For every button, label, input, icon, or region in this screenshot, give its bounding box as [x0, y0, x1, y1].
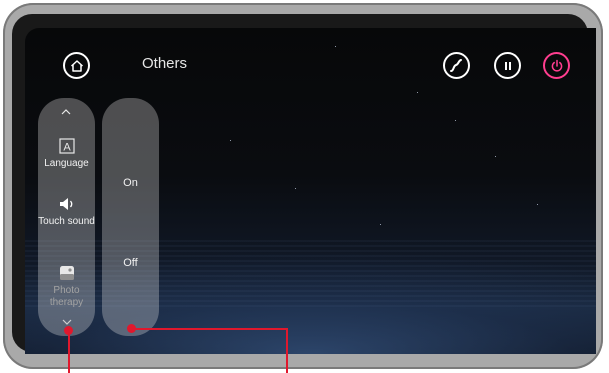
star [380, 224, 381, 225]
star [335, 46, 336, 47]
power-button[interactable] [543, 52, 570, 79]
pause-icon [504, 61, 511, 70]
callout-line-options-vertical [286, 328, 288, 373]
menu-item-label: Photo therapy [49, 285, 84, 308]
star [230, 140, 231, 141]
power-icon [551, 59, 562, 72]
svg-text:A: A [63, 142, 71, 154]
curve-button[interactable] [443, 52, 470, 79]
app-screen: Others A Language Touch sound Photo ther… [25, 28, 596, 354]
language-icon: A [58, 138, 75, 154]
pause-button[interactable] [494, 52, 521, 79]
page-title: Others [142, 55, 188, 72]
star [417, 92, 418, 93]
star [537, 204, 538, 205]
home-icon [70, 59, 83, 72]
curve-icon [450, 59, 462, 72]
star [495, 156, 496, 157]
photo-therapy-icon [59, 266, 74, 280]
star [455, 120, 456, 121]
chevron-down-icon[interactable] [61, 318, 73, 326]
home-button[interactable] [63, 52, 90, 79]
options-panel: On Off [102, 98, 159, 336]
menu-item-label: Touch sound [38, 216, 95, 227]
callout-line-options [131, 328, 288, 330]
speaker-icon [59, 198, 72, 210]
option-off[interactable]: Off [102, 257, 159, 269]
option-on[interactable]: On [102, 177, 159, 189]
callout-line-menu [68, 331, 70, 373]
menu-item-touch-sound[interactable]: Touch sound [38, 196, 95, 228]
menu-item-photo-therapy[interactable]: Photo therapy [38, 265, 95, 309]
settings-menu-panel: A Language Touch sound Photo therapy [38, 98, 95, 336]
chevron-up-icon[interactable] [60, 108, 72, 116]
menu-item-label: Language [44, 158, 89, 169]
menu-item-language[interactable]: A Language [38, 138, 95, 170]
star [295, 188, 296, 189]
